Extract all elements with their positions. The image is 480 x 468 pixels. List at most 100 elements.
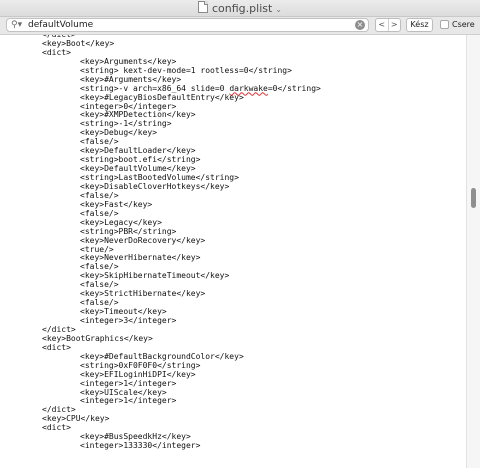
find-previous-button[interactable]: < <box>376 19 388 31</box>
clear-search-icon[interactable]: × <box>355 20 365 30</box>
code-line: <key>#XMPDetection</key> <box>0 110 466 119</box>
code-line: <key>Fast</key> <box>0 200 466 209</box>
code-line-text: <false/> <box>80 190 119 200</box>
code-line: <true/> <box>0 245 466 254</box>
code-line-text: <key>Legacy</key> <box>80 217 162 227</box>
code-line: <key>DisableCloverHotkeys</key> <box>0 182 466 191</box>
code-line: <key>SkipHibernateTimeout</key> <box>0 271 466 280</box>
code-line: <dict> <box>0 48 466 57</box>
code-line-text: <integer>3</integer> <box>80 316 177 325</box>
code-line-text: <integer>1</integer> <box>80 396 177 406</box>
code-line: </dict> <box>0 405 466 414</box>
code-line-text: <integer>133330</integer> <box>80 441 201 451</box>
code-line-text: <key>Arguments</key> <box>80 56 177 66</box>
code-line-text: <key>DisableCloverHotkeys</key> <box>80 181 230 191</box>
scroll-thumb[interactable] <box>471 188 476 208</box>
code-line: <string> kext-dev-mode=1 rootless=0</str… <box>0 66 466 75</box>
code-line: <key>DefaultVolume</key> <box>0 164 466 173</box>
code-line: <key>CPU</key> <box>0 414 466 423</box>
code-line-text: <key>Boot</key> <box>42 38 115 48</box>
code-line-text: <key>SkipHibernateTimeout</key> <box>80 271 230 281</box>
code-line: <integer>1</integer> <box>0 396 466 405</box>
search-icon[interactable]: ⚲▾ <box>11 20 27 31</box>
code-line-text: =0</string> <box>267 83 321 93</box>
code-line: <string>-v arch=x86_64 slide=0 darkwake=… <box>0 84 466 93</box>
code-line: <string>boot.efi</string> <box>0 155 466 164</box>
code-line-text: <key>NeverDoRecovery</key> <box>80 235 206 245</box>
code-line: <string>-1</string> <box>0 119 466 128</box>
code-line-text: <integer>1</integer> <box>80 378 177 388</box>
code-line: <string>0xF0F0F0</string> <box>0 361 466 370</box>
code-line-text: <key>NeverHibernate</key> <box>80 253 201 263</box>
plist-text: </dict><key>Boot</key><dict><key>Argumen… <box>0 35 466 450</box>
code-line-text: <false/> <box>80 298 119 308</box>
code-line: <integer>133330</integer> <box>0 441 466 450</box>
code-line-text: <key>StrictHibernate</key> <box>80 289 206 299</box>
done-button[interactable]: Kész <box>406 18 433 32</box>
code-line: <string>PBR</string> <box>0 227 466 236</box>
code-line-text: <integer>0</integer> <box>80 101 177 111</box>
code-line: <integer>3</integer> <box>0 316 466 325</box>
code-line: <key>#LegacyBiosDefaultEntry</key> <box>0 93 466 102</box>
code-line-text: <key>CPU</key> <box>42 414 110 424</box>
code-line-text: <key>#DefaultBackgroundColor</key> <box>80 351 244 361</box>
code-line-text: <key>#BusSpeedkHz</key> <box>80 432 191 442</box>
code-line-text: <dict> <box>42 47 71 57</box>
code-line-text: </dict> <box>42 405 76 415</box>
code-line: <key>DefaultLoader</key> <box>0 146 466 155</box>
code-line-text: <key>BootGraphics</key> <box>42 333 153 343</box>
text-editor[interactable]: </dict><key>Boot</key><dict><key>Argumen… <box>0 35 466 468</box>
code-line-text: <false/> <box>80 137 119 147</box>
chevron-down-icon[interactable]: ⌄ <box>275 5 282 14</box>
code-line-text: <string>-1</string> <box>80 119 172 129</box>
code-line-text: <key>DefaultLoader</key> <box>80 146 196 156</box>
replace-label: Csere <box>452 20 475 29</box>
code-line: <false/> <box>0 280 466 289</box>
code-line: <false/> <box>0 262 466 271</box>
code-line-text: <dict> <box>42 423 71 433</box>
code-line: <key>#Arguments</key> <box>0 75 466 84</box>
code-line: <integer>1</integer> <box>0 379 466 388</box>
code-line-text: <string>0xF0F0F0</string> <box>80 360 201 370</box>
code-line-text: <key>Fast</key> <box>80 199 153 209</box>
window-title-group[interactable]: config.plist ⌄ <box>0 1 480 17</box>
code-line: <key>NeverDoRecovery</key> <box>0 236 466 245</box>
code-line: <integer>0</integer> <box>0 102 466 111</box>
code-line: <false/> <box>0 209 466 218</box>
code-line: <false/> <box>0 137 466 146</box>
code-line-text: <true/> <box>80 244 114 254</box>
vertical-scrollbar[interactable] <box>466 35 480 468</box>
code-line-text: <false/> <box>80 280 119 290</box>
search-field[interactable]: ⚲▾ × <box>6 18 369 32</box>
code-line: <key>Arguments</key> <box>0 57 466 66</box>
code-line: <key>BootGraphics</key> <box>0 334 466 343</box>
spellcheck-flagged-word: darkwake <box>229 83 268 93</box>
code-line-text: <false/> <box>80 208 119 218</box>
code-line-text: <key>DefaultVolume</key> <box>80 164 196 174</box>
code-line: </dict> <box>0 325 466 334</box>
find-bar: ⚲▾ × < > Kész Csere <box>0 17 480 35</box>
code-line-text: <string>-v arch=x86_64 slide=0 <box>80 83 230 93</box>
code-line-text: <dict> <box>42 342 71 352</box>
replace-checkbox[interactable] <box>440 20 449 29</box>
code-line-text: <string>LastBootedVolume</string> <box>80 173 239 182</box>
find-next-button[interactable]: > <box>387 19 401 31</box>
code-line-text: <key>UIScale</key> <box>80 387 167 397</box>
code-line: <key>EFILoginHiDPI</key> <box>0 370 466 379</box>
code-line-text: <key>#Arguments</key> <box>80 74 182 84</box>
code-line: <dict> <box>0 343 466 352</box>
code-line: <key>StrictHibernate</key> <box>0 289 466 298</box>
code-line: <key>#DefaultBackgroundColor</key> <box>0 352 466 361</box>
code-line: <key>NeverHibernate</key> <box>0 253 466 262</box>
code-line: <false/> <box>0 191 466 200</box>
code-line-text: <false/> <box>80 262 119 272</box>
code-line: <false/> <box>0 298 466 307</box>
code-line: <key>Timeout</key> <box>0 307 466 316</box>
code-line: <key>Boot</key> <box>0 39 466 48</box>
code-line: <dict> <box>0 423 466 432</box>
code-line-text: <key>Debug</key> <box>80 128 158 138</box>
code-line-text: <key>Timeout</key> <box>80 307 167 317</box>
code-line-text: <key>#LegacyBiosDefaultEntry</key> <box>80 92 244 102</box>
code-line-text: <string> kext-dev-mode=1 rootless=0</str… <box>80 65 292 75</box>
search-input[interactable] <box>28 19 348 31</box>
